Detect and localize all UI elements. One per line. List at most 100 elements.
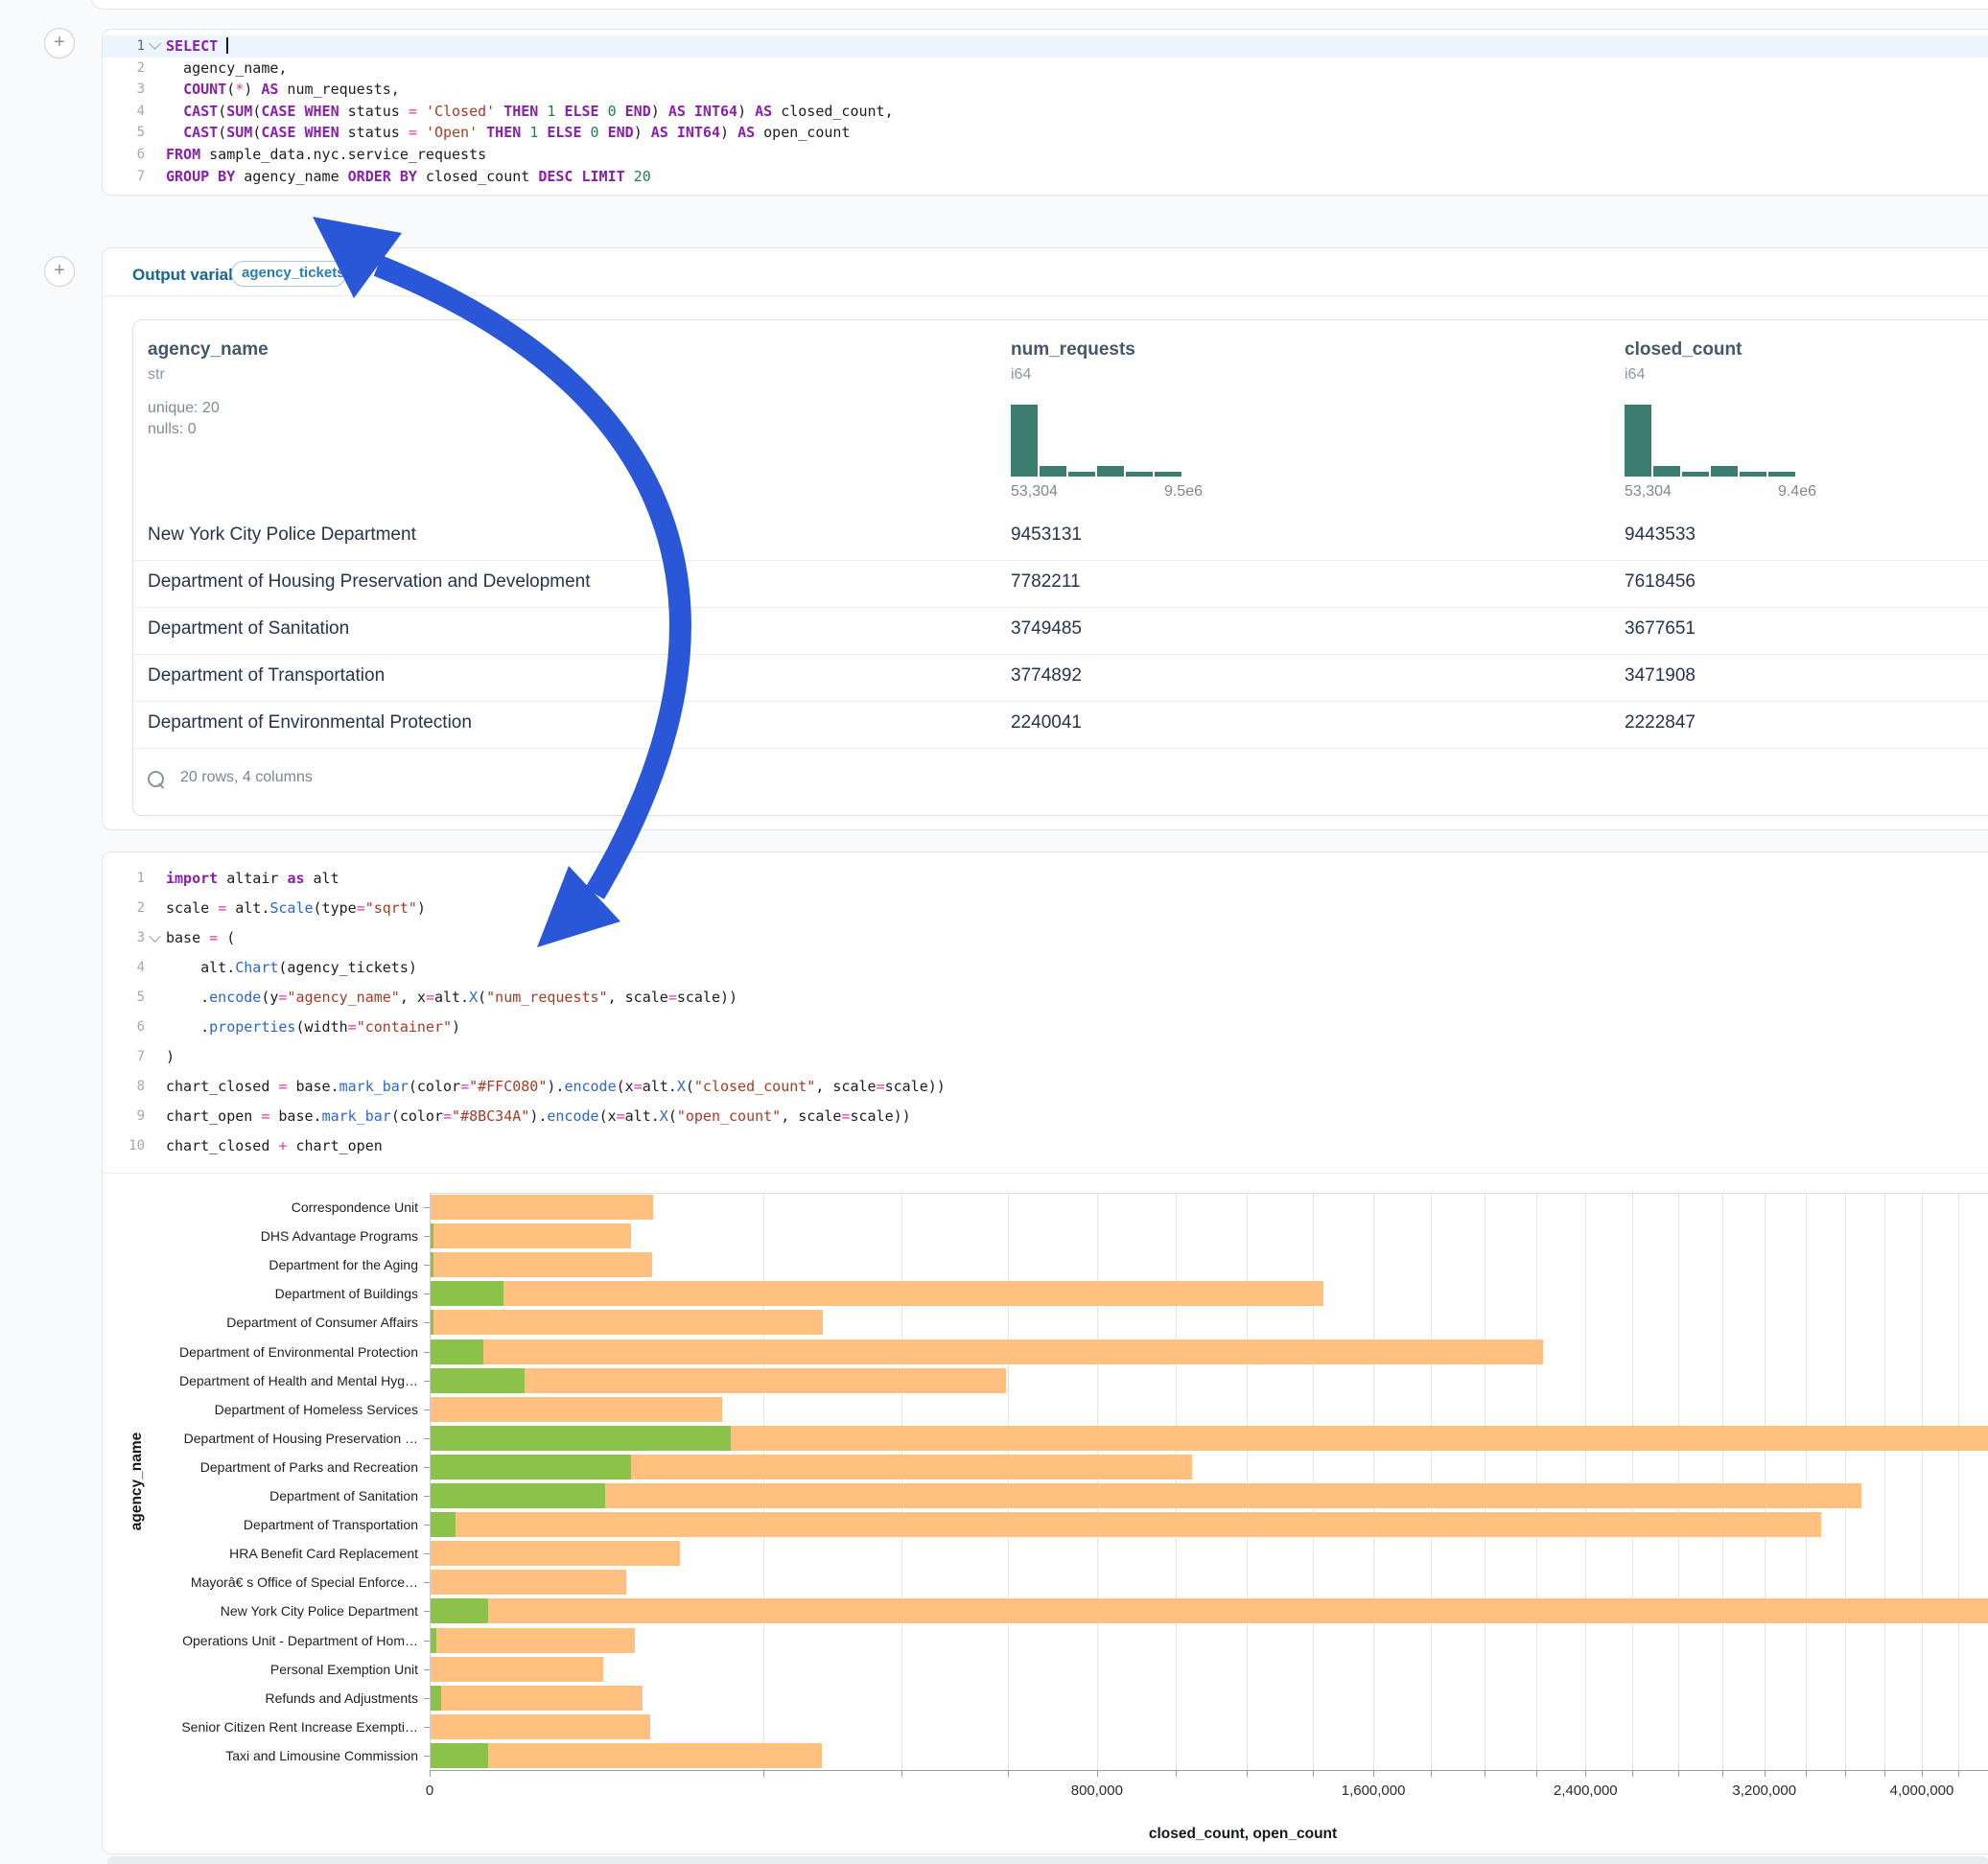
gridline: [1884, 1193, 1885, 1770]
bar-open-count[interactable]: [431, 1743, 488, 1768]
bar-open-count[interactable]: [431, 1483, 605, 1508]
x-tick: [1678, 1771, 1679, 1777]
table-cell: Department of Housing Preservation and D…: [148, 571, 591, 593]
python-cell-card: 1import altair as alt2scale = alt.Scale(…: [102, 851, 1988, 1854]
table-row[interactable]: New York City Police Department945313194…: [133, 513, 1988, 560]
bar-closed-count[interactable]: [431, 1657, 603, 1682]
column-histogram: [1011, 405, 1181, 477]
column-type: str: [148, 366, 165, 384]
gridline: [1097, 1193, 1098, 1770]
x-tick: [1373, 1771, 1374, 1777]
add-cell-button-top[interactable]: +: [44, 28, 75, 58]
sql-output-card: Output variable: agency_tickets agency_n…: [102, 247, 1988, 830]
line-number: 4: [103, 101, 145, 123]
y-axis-label: Department of Housing Preservation …: [103, 1424, 418, 1453]
add-cell-button-middle[interactable]: +: [44, 256, 75, 287]
altair-chart: agency_name closed_count, open_count Cor…: [103, 852, 1988, 1853]
bar-closed-count[interactable]: [431, 1541, 680, 1566]
table-cell: Department of Environmental Protection: [148, 712, 472, 734]
bar-closed-count[interactable]: [431, 1223, 631, 1248]
bar-closed-count[interactable]: [431, 1512, 1821, 1537]
gridline: [1247, 1193, 1248, 1770]
sql-line-6[interactable]: 6FROM sample_data.nyc.service_requests: [103, 144, 1988, 166]
bar-open-count[interactable]: [431, 1628, 436, 1653]
sql-line-4[interactable]: 4 CAST(SUM(CASE WHEN status = 'Closed' T…: [103, 101, 1988, 123]
plus-icon: +: [54, 32, 65, 53]
bar-closed-count[interactable]: [431, 1397, 722, 1422]
sql-line-5[interactable]: 5 CAST(SUM(CASE WHEN status = 'Open' THE…: [103, 122, 1988, 144]
table-row[interactable]: Department of Environmental Protection 22…: [133, 701, 1988, 748]
bar-closed-count[interactable]: [431, 1310, 823, 1335]
histogram-bin: [1682, 472, 1709, 477]
table-cell: 7618456: [1625, 571, 1696, 593]
line-number: 7: [103, 166, 145, 188]
histogram-bin: [1711, 466, 1738, 477]
bar-closed-count[interactable]: [431, 1628, 635, 1653]
histogram-bin: [1625, 405, 1651, 477]
sql-line-2[interactable]: 2 agency_name,: [103, 58, 1988, 80]
table-cell: 9453131: [1011, 524, 1082, 546]
histogram-range-label: 9.5e6: [1164, 483, 1203, 501]
histogram-range-label: 9.4e6: [1778, 483, 1816, 501]
bar-closed-count[interactable]: [431, 1714, 650, 1739]
chart-x-axis-title: closed_count, open_count: [1149, 1826, 1337, 1843]
sql-line-1[interactable]: 1SELECT: [103, 35, 1988, 58]
bar-open-count[interactable]: [431, 1252, 433, 1277]
search-icon[interactable]: [148, 771, 164, 787]
x-tick: [1313, 1771, 1314, 1777]
bar-open-count[interactable]: [431, 1512, 456, 1537]
bar-open-count[interactable]: [431, 1340, 483, 1364]
output-variable-badge[interactable]: agency_tickets: [231, 261, 346, 287]
table-cell: 3677651: [1625, 618, 1696, 640]
bar-closed-count[interactable]: [431, 1252, 652, 1277]
histogram-bin: [1126, 472, 1153, 477]
bar-closed-count[interactable]: [431, 1598, 1988, 1623]
bar-open-count[interactable]: [431, 1598, 488, 1623]
column-header-agency_name[interactable]: agency_name: [148, 339, 269, 361]
table-cell: 2222847: [1625, 712, 1696, 734]
notebook-page: + + 1SELECT 2 agency_name,3 COUNT(*) AS …: [0, 0, 1988, 1864]
bar-closed-count[interactable]: [431, 1570, 626, 1595]
bar-closed-count[interactable]: [431, 1743, 822, 1768]
table-row[interactable]: Department of Transportation377489234719…: [133, 654, 1988, 701]
bar-open-count[interactable]: [431, 1426, 731, 1451]
column-stat: unique: 20: [148, 400, 220, 417]
bar-open-count[interactable]: [431, 1368, 525, 1393]
table-cell: Department of Sanitation: [148, 618, 349, 640]
bar-open-count[interactable]: [431, 1455, 631, 1480]
gridline: [1722, 1193, 1723, 1770]
column-type: i64: [1625, 366, 1645, 384]
x-tick: [763, 1771, 764, 1777]
column-header-closed_count[interactable]: closed_count: [1625, 339, 1742, 361]
y-axis-label: Department of Transportation: [103, 1510, 418, 1539]
next-cell-edge: [107, 1856, 1988, 1864]
table-cell: 9443533: [1625, 524, 1696, 546]
bar-closed-count[interactable]: [431, 1686, 643, 1711]
bar-open-count[interactable]: [431, 1686, 441, 1711]
x-tick: [430, 1771, 431, 1777]
histogram-bin: [1740, 472, 1766, 477]
bar-closed-count[interactable]: [431, 1195, 653, 1220]
bar-open-count[interactable]: [431, 1281, 503, 1306]
output-header-divider: [103, 295, 1988, 296]
bar-closed-count[interactable]: [431, 1483, 1861, 1508]
column-header-num_requests[interactable]: num_requests: [1011, 339, 1135, 361]
y-axis-label: Department of Health and Mental Hyg…: [103, 1366, 418, 1395]
column-histogram: [1625, 405, 1795, 477]
line-number: 1: [103, 35, 145, 58]
table-row[interactable]: Department of Sanitation37494853677651: [133, 607, 1988, 654]
gridline: [1678, 1193, 1679, 1770]
bar-closed-count[interactable]: [431, 1281, 1323, 1306]
bar-open-count[interactable]: [431, 1223, 433, 1248]
sql-line-7[interactable]: 7GROUP BY agency_name ORDER BY closed_co…: [103, 166, 1988, 188]
table-row[interactable]: Department of Housing Preservation and D…: [133, 560, 1988, 607]
sql-line-3[interactable]: 3 COUNT(*) AS num_requests,: [103, 79, 1988, 101]
y-axis-label: Department of Homeless Services: [103, 1395, 418, 1424]
sql-editor[interactable]: 1SELECT 2 agency_name,3 COUNT(*) AS num_…: [103, 35, 1988, 187]
histogram-bin: [1040, 466, 1066, 477]
bar-closed-count[interactable]: [431, 1340, 1543, 1364]
code-text: CAST(SUM(CASE WHEN status = 'Open' THEN …: [103, 122, 850, 144]
table-cell: 2240041: [1011, 712, 1082, 734]
bar-open-count[interactable]: [431, 1310, 433, 1335]
code-text: CAST(SUM(CASE WHEN status = 'Closed' THE…: [103, 101, 894, 123]
